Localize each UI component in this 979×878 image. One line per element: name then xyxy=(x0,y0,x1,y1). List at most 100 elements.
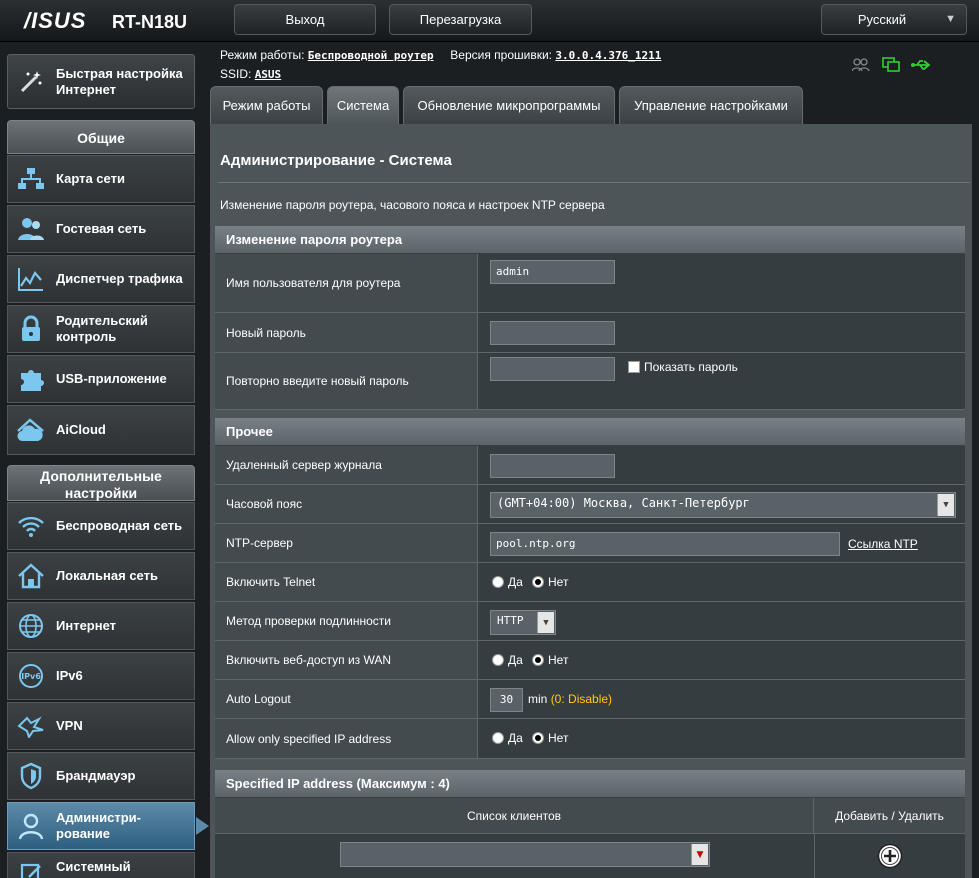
usb-icon[interactable] xyxy=(911,56,931,74)
ip-table-header: Список клиентов Добавить / Удалить xyxy=(215,798,965,834)
ip-table-input-row: ▼ xyxy=(215,834,965,878)
new-password-label: Новый пароль xyxy=(215,313,478,352)
sidebar-item-label: Локальная сеть xyxy=(56,568,158,583)
sidebar-item-label: Диспетчер трафика xyxy=(56,271,183,286)
checkbox-box[interactable] xyxy=(628,361,640,373)
radio-dot-selected[interactable] xyxy=(532,654,544,666)
firmware-label: Версия прошивки: xyxy=(450,48,553,62)
traffic-manager-icon xyxy=(16,264,46,294)
guest-network-icon xyxy=(16,214,46,244)
wireless-icon xyxy=(16,511,46,541)
ssid-link[interactable]: ASUS xyxy=(255,68,282,81)
radio-dot-selected[interactable] xyxy=(532,576,544,588)
ntp-label: NTP-сервер xyxy=(215,524,478,562)
add-remove-column-header: Добавить / Удалить xyxy=(835,809,944,823)
timezone-row: Часовой пояс (GMT+04:00) Москва, Санкт-П… xyxy=(215,485,965,524)
auth-method-select[interactable]: HTTP ▼ xyxy=(490,610,556,635)
repeat-password-input[interactable] xyxy=(490,357,615,381)
auto-logout-label: Auto Logout xyxy=(215,680,478,718)
sidebar-item-internet[interactable]: Интернет xyxy=(7,602,195,650)
radio-dot[interactable] xyxy=(492,576,504,588)
add-ip-button[interactable] xyxy=(877,843,903,869)
sidebar-item-label: Карта сети xyxy=(56,171,125,186)
sidebar-item-label: Родительский контроль xyxy=(56,313,148,344)
tab-settings-management[interactable]: Управление настройками xyxy=(619,86,803,124)
sidebar-item-ipv6[interactable]: IPv6 IPv6 xyxy=(7,652,195,700)
sidebar-item-label: IPv6 xyxy=(56,668,83,683)
sidebar-item-administration[interactable]: Администри-рование xyxy=(7,802,195,850)
sidebar-item-network-map[interactable]: Карта сети xyxy=(7,155,195,203)
tab-firmware-upgrade[interactable]: Обновление микропрограммы xyxy=(403,86,615,124)
radio-dot-selected[interactable] xyxy=(532,732,544,744)
chevron-down-icon[interactable]: ▼ xyxy=(537,612,554,633)
log-server-input[interactable] xyxy=(490,454,615,478)
auto-logout-input[interactable]: 30 xyxy=(490,688,523,712)
sidebar-item-aicloud[interactable]: AiCloud xyxy=(7,405,195,455)
sidebar-item-traffic-manager[interactable]: Диспетчер трафика xyxy=(7,255,195,303)
sidebar-item-vpn[interactable]: VPN xyxy=(7,702,195,750)
sidebar-item-parental-control[interactable]: Родительский контроль xyxy=(7,305,195,353)
quick-setup-button[interactable]: Быстрая настройка Интернет xyxy=(7,54,195,109)
mode-link[interactable]: Беспроводной роутер xyxy=(308,49,434,62)
status-icons xyxy=(851,56,931,74)
internet-status-icon[interactable] xyxy=(881,56,901,74)
username-input[interactable]: admin xyxy=(490,260,615,284)
chevron-down-icon[interactable]: ▼ xyxy=(937,494,954,516)
active-item-arrow xyxy=(196,817,209,835)
network-map-icon xyxy=(16,164,46,194)
wan-access-no-radio[interactable]: Нет xyxy=(532,653,568,667)
client-list-dropdown-icon[interactable]: ▼ xyxy=(691,844,708,865)
yes-label: Да xyxy=(508,653,523,667)
log-server-row: Удаленный сервер журнала xyxy=(215,446,965,485)
sidebar-item-lan[interactable]: Локальная сеть xyxy=(7,552,195,600)
sidebar-item-label: Брандмауэр xyxy=(56,768,136,783)
no-label: Нет xyxy=(548,575,569,589)
parental-control-icon xyxy=(16,314,46,344)
firmware-link[interactable]: 3.0.0.4.376_1211 xyxy=(555,49,661,62)
ntp-link[interactable]: Ссылка NTP xyxy=(848,537,918,551)
username-label: Имя пользователя для роутера xyxy=(215,254,478,312)
reboot-button[interactable]: Перезагрузка xyxy=(389,4,532,35)
sidebar-item-guest-network[interactable]: Гостевая сеть xyxy=(7,205,195,253)
quick-setup-label: Быстрая настройка Интернет xyxy=(56,65,183,97)
radio-dot[interactable] xyxy=(492,654,504,666)
plus-circle-icon[interactable] xyxy=(877,843,903,869)
auto-logout-unit: min xyxy=(528,692,548,706)
log-server-label: Удаленный сервер журнала xyxy=(215,446,478,484)
show-password-checkbox[interactable]: Показать пароль xyxy=(628,360,738,374)
new-password-input[interactable] xyxy=(490,321,615,345)
yes-label: Да xyxy=(508,575,523,589)
allow-ip-no-radio[interactable]: Нет xyxy=(532,731,568,745)
asus-logo: /ISUS xyxy=(24,8,87,33)
username-row: Имя пользователя для роутера admin xyxy=(215,254,965,313)
column-divider xyxy=(814,834,815,878)
sidebar-item-firewall[interactable]: Брандмауэр xyxy=(7,752,195,800)
sidebar-item-usb-app[interactable]: USB-приложение xyxy=(7,355,195,403)
clients-icon[interactable] xyxy=(851,56,871,74)
timezone-select[interactable]: (GMT+04:00) Москва, Санкт-Петербург ▼ xyxy=(490,492,956,518)
ssid-label: SSID: xyxy=(220,67,252,81)
logout-button[interactable]: Выход xyxy=(234,4,376,35)
telnet-row: Включить Telnet Да Нет xyxy=(215,563,965,602)
tab-system[interactable]: Система xyxy=(327,86,399,124)
ntp-input[interactable]: pool.ntp.org xyxy=(490,532,840,556)
tab-operation-mode[interactable]: Режим работы xyxy=(210,86,323,124)
client-ip-input[interactable]: ▼ xyxy=(340,842,710,867)
specified-ip-section-header: Specified IP address (Максимум : 4) xyxy=(215,770,965,798)
radio-dot[interactable] xyxy=(492,732,504,744)
wan-access-yes-radio[interactable]: Да xyxy=(492,653,523,667)
sidebar-item-label: VPN xyxy=(56,718,83,733)
sidebar-item-system-log[interactable]: Системный xyxy=(7,852,195,878)
no-label: Нет xyxy=(548,653,569,667)
allow-ip-yes-radio[interactable]: Да xyxy=(492,731,523,745)
repeat-password-row: Повторно введите новый пароль Показать п… xyxy=(215,353,965,410)
timezone-label: Часовой пояс xyxy=(215,485,478,523)
sidebar-item-wireless[interactable]: Беспроводная сеть xyxy=(7,502,195,550)
language-value: Русский xyxy=(857,12,907,27)
title-divider xyxy=(218,182,970,183)
system-log-icon xyxy=(16,859,46,878)
language-select[interactable]: Русский ▼ xyxy=(821,4,967,35)
telnet-yes-radio[interactable]: Да xyxy=(492,575,523,589)
auth-method-label: Метод проверки подлинности xyxy=(215,602,478,640)
telnet-no-radio[interactable]: Нет xyxy=(532,575,568,589)
